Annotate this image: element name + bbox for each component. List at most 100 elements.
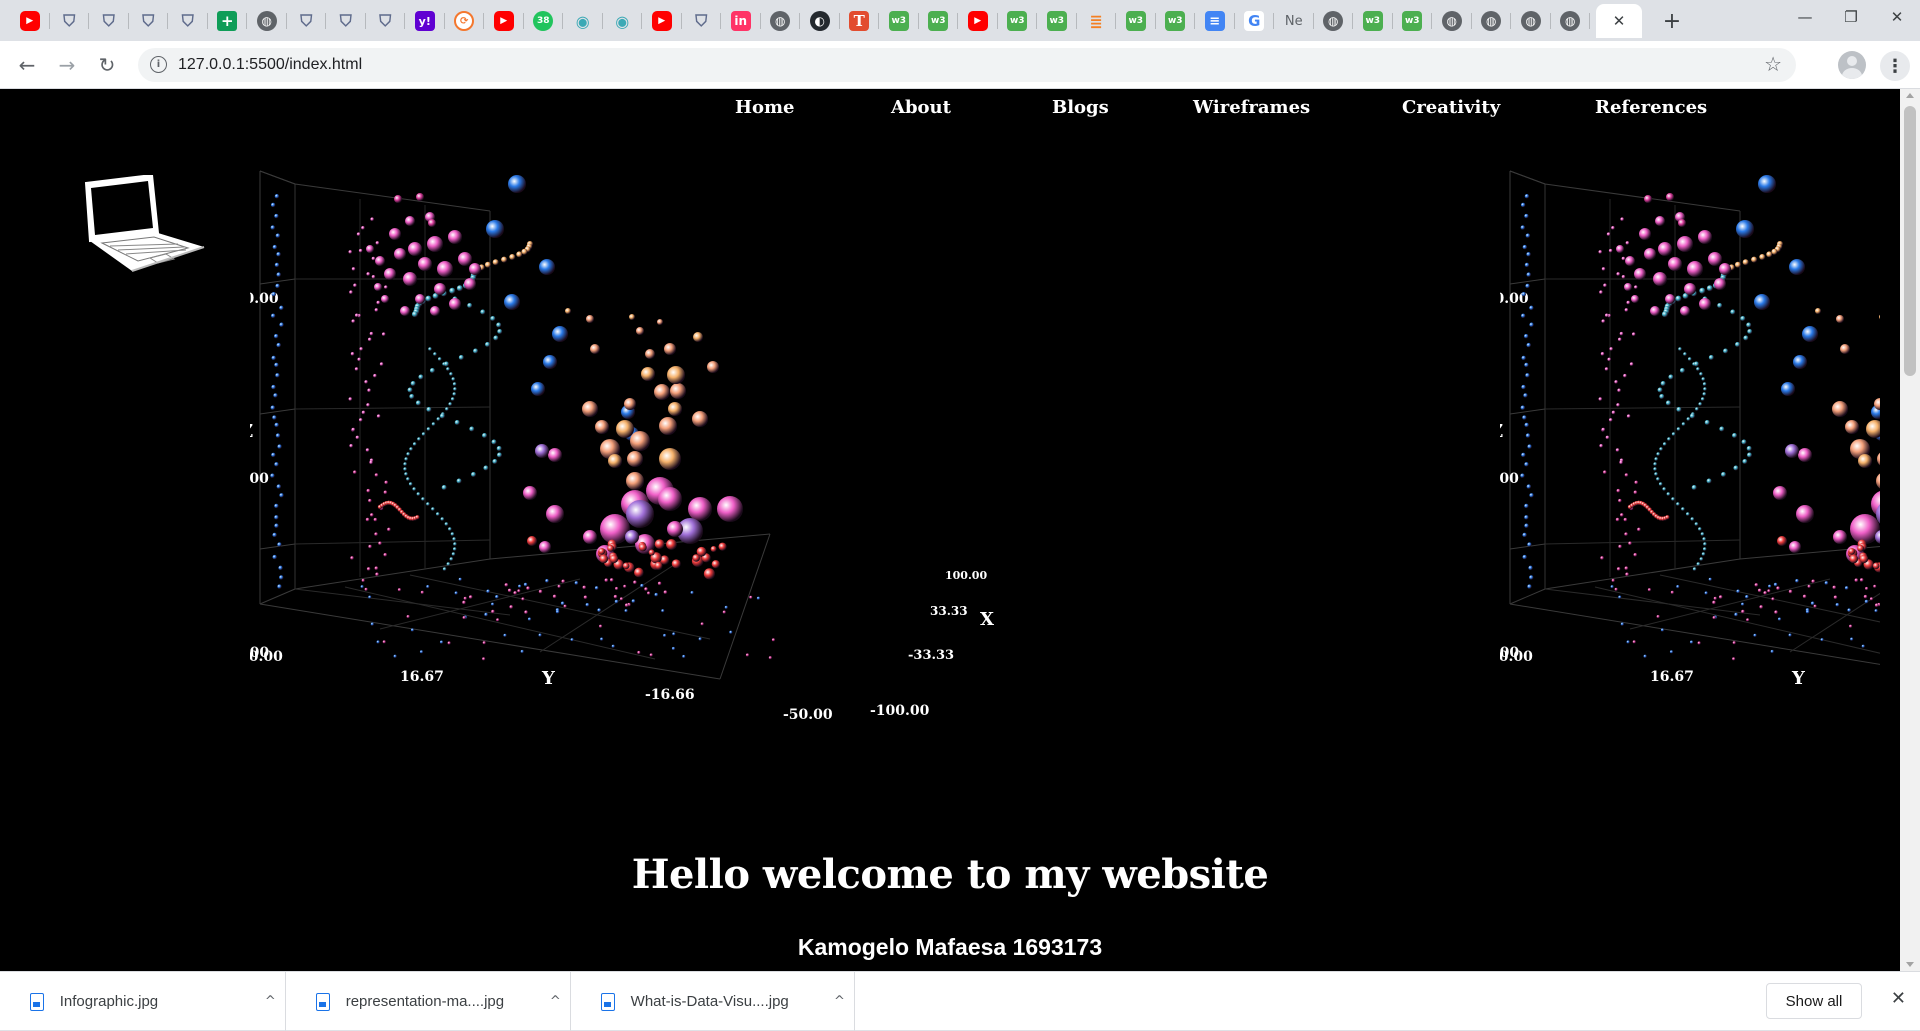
scroll-up-arrow-icon[interactable] [1906, 93, 1914, 98]
browser-tab[interactable]: ⛉ [366, 4, 406, 38]
browser-tab[interactable]: ◍ [1511, 4, 1551, 38]
projection-point [368, 498, 372, 503]
projection-point [672, 632, 676, 636]
browser-tab[interactable]: G [1235, 4, 1275, 38]
download-item[interactable]: representation-ma....jpg ^ [286, 972, 571, 1031]
projection-point [1611, 578, 1615, 583]
browser-tab[interactable]: ◍ [247, 4, 287, 38]
browser-tab[interactable]: ⛉ [129, 4, 169, 38]
projection-point [1599, 290, 1603, 295]
browser-tab[interactable]: ◉ [603, 4, 643, 38]
download-filename[interactable]: Infographic.jpg [60, 993, 256, 1010]
close-tab-icon[interactable]: ✕ [1613, 12, 1626, 30]
new-tab-button[interactable]: + [1658, 7, 1686, 35]
nav-link-blogs[interactable]: Blogs [1052, 97, 1109, 118]
active-tab[interactable]: ✕ [1596, 4, 1642, 38]
close-window-button[interactable]: ✕ [1874, 0, 1920, 34]
browser-tab[interactable]: T [840, 4, 880, 38]
projection-point [1618, 595, 1622, 599]
download-filename[interactable]: What-is-Data-Visu....jpg [631, 993, 825, 1010]
data-point [531, 382, 545, 396]
chevron-up-icon[interactable]: ^ [256, 994, 285, 1009]
data-point [586, 315, 594, 323]
download-item[interactable]: What-is-Data-Visu....jpg ^ [571, 972, 855, 1031]
data-point [1789, 541, 1801, 553]
browser-tab[interactable]: ≣ [1077, 4, 1117, 38]
info-icon[interactable]: i [150, 56, 167, 73]
browser-tab[interactable]: ▶ [642, 4, 682, 38]
reload-button[interactable]: ↻ [92, 50, 122, 80]
browser-tab[interactable]: w3 [1116, 4, 1156, 38]
browser-tab[interactable]: ⛉ [682, 4, 722, 38]
browser-tab[interactable]: w3 [1393, 4, 1433, 38]
browser-tab[interactable]: Ne [1274, 4, 1314, 38]
browser-tab[interactable]: ◍ [1551, 4, 1591, 38]
browser-tab[interactable]: ▶ [10, 4, 50, 38]
browser-tab[interactable]: ◍ [761, 4, 801, 38]
restore-button[interactable]: ❐ [1828, 0, 1874, 34]
show-all-button[interactable]: Show all [1766, 983, 1862, 1019]
browser-tab[interactable]: in [721, 4, 761, 38]
projection-point [406, 477, 410, 481]
page-scrollbar[interactable] [1900, 89, 1920, 971]
helix-point [1719, 426, 1725, 432]
browser-tab[interactable]: ⛉ [287, 4, 327, 38]
menu-icon[interactable]: ⋮ [1880, 51, 1910, 81]
minimize-button[interactable]: — [1782, 0, 1828, 34]
address-bar[interactable]: i 127.0.0.1:5500/index.html ☆ [138, 48, 1796, 82]
chevron-up-icon[interactable]: ^ [541, 994, 570, 1009]
nav-link-about[interactable]: About [891, 97, 951, 118]
nav-link-references[interactable]: References [1595, 97, 1707, 118]
projection-point [348, 397, 353, 401]
nav-link-home[interactable]: Home [735, 97, 795, 118]
forward-button[interactable]: → [52, 50, 82, 80]
browser-tab[interactable]: 38 [524, 4, 564, 38]
browser-tab[interactable]: ▶ [484, 4, 524, 38]
browser-tab[interactable]: w3 [998, 4, 1038, 38]
projection-point [1616, 403, 1620, 407]
browser-tab[interactable]: y! [405, 4, 445, 38]
profile-avatar-icon[interactable] [1838, 51, 1866, 79]
projection-point [370, 513, 374, 517]
close-downloads-icon[interactable]: ✕ [1891, 988, 1906, 1009]
browser-tab[interactable]: ◍ [1472, 4, 1512, 38]
browser-tab[interactable]: w3 [1037, 4, 1077, 38]
browser-tab[interactable]: ≡ [1195, 4, 1235, 38]
browser-tab[interactable]: w3 [1156, 4, 1196, 38]
grid-line [259, 170, 296, 185]
browser-tab[interactable]: ◍ [1432, 4, 1472, 38]
back-button[interactable]: ← [12, 50, 42, 80]
projection-point [1618, 544, 1622, 549]
browser-tab[interactable]: ⛉ [168, 4, 208, 38]
browser-tab[interactable]: ⛉ [89, 4, 129, 38]
chevron-up-icon[interactable]: ^ [825, 994, 854, 1009]
nav-link-wireframes[interactable]: Wireframes [1193, 97, 1310, 118]
projection-point [1662, 487, 1667, 491]
browser-tab[interactable]: ◍ [1314, 4, 1354, 38]
scroll-down-arrow-icon[interactable] [1906, 962, 1914, 967]
projection-point [406, 614, 410, 619]
url-text[interactable]: 127.0.0.1:5500/index.html [178, 56, 362, 74]
browser-tab[interactable]: w3 [879, 4, 919, 38]
browser-tab[interactable]: ⛉ [50, 4, 90, 38]
download-filename[interactable]: representation-ma....jpg [346, 993, 541, 1010]
browser-tab[interactable]: ◐ [800, 4, 840, 38]
browser-tab[interactable]: ⟳ [445, 4, 485, 38]
data-point [1773, 486, 1787, 500]
data-point [535, 444, 549, 458]
data-point [1658, 242, 1672, 256]
browser-tab[interactable]: + [208, 4, 248, 38]
browser-tab[interactable]: ⛉ [326, 4, 366, 38]
nav-link-creativity[interactable]: Creativity [1402, 97, 1500, 118]
projection-point [484, 612, 488, 617]
scroll-thumb[interactable] [1904, 106, 1916, 376]
projection-point [1788, 589, 1793, 594]
bookmark-star-icon[interactable]: ☆ [1764, 52, 1782, 76]
projection-point [1681, 422, 1686, 426]
download-item[interactable]: Infographic.jpg ^ [0, 972, 286, 1031]
projection-point [1524, 262, 1530, 268]
browser-tab[interactable]: w3 [919, 4, 959, 38]
browser-tab[interactable]: w3 [1353, 4, 1393, 38]
browser-tab[interactable]: ◉ [563, 4, 603, 38]
browser-tab[interactable]: ▶ [958, 4, 998, 38]
